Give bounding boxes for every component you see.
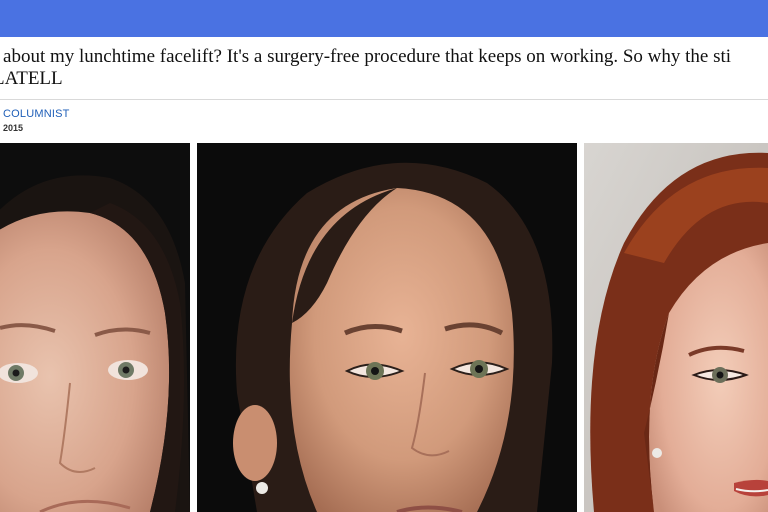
author-byline-link[interactable]: COLUMNIST [3,108,70,120]
photo-strip [0,143,768,512]
after-photo [197,143,577,512]
site-header-bar [0,0,768,37]
before-photo [0,143,190,512]
article-headline: t about my lunchtime facelift? It's a su… [0,46,768,90]
headline-line-1: t about my lunchtime facelift? It's a su… [0,46,732,67]
publish-date: 2015 [3,123,24,133]
headline-line-2: LATELL [0,68,63,89]
headline-divider [0,99,768,100]
comparison-photo [584,143,768,512]
